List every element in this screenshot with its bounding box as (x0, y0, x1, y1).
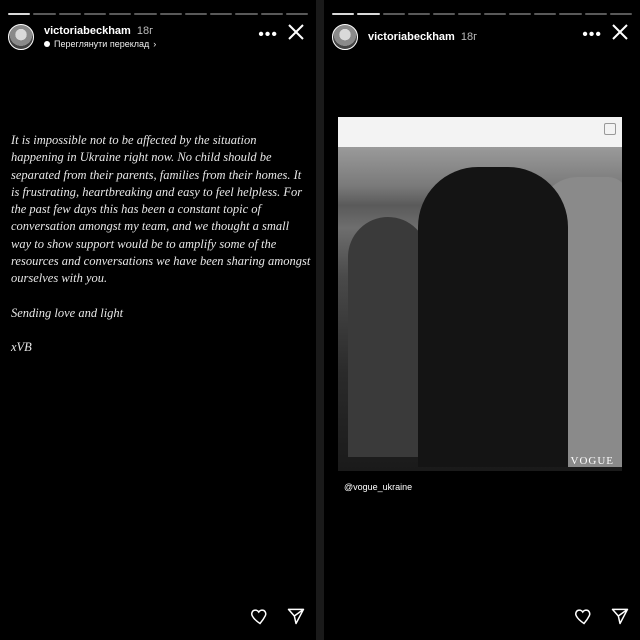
send-icon[interactable] (286, 606, 306, 626)
timestamp: 18г (136, 25, 154, 37)
progress-segment (109, 13, 132, 15)
progress-segment (184, 13, 207, 15)
avatar[interactable] (8, 24, 34, 50)
send-icon[interactable] (610, 606, 630, 626)
timestamp: 18г (460, 31, 478, 43)
progress-segment (609, 13, 632, 15)
photo-image: VOGUE (338, 147, 622, 471)
progress-segment (458, 13, 481, 15)
story-panel-left: victoriabeckham 18г Переглянути переклад … (0, 0, 316, 640)
progress-segment (584, 13, 607, 15)
story-signoff: Sending love and light (11, 305, 124, 320)
progress-segment (508, 13, 531, 15)
heart-icon[interactable] (250, 606, 270, 626)
progress-segment (483, 13, 506, 15)
photo-sky (338, 117, 622, 147)
progress-segment (534, 13, 557, 15)
story-text: It is impossible not to be affected by t… (11, 132, 311, 373)
progress-segment (559, 13, 582, 15)
bookmark-icon[interactable] (604, 123, 616, 135)
globe-icon (44, 41, 50, 47)
panel-divider (316, 0, 324, 640)
photo-figure (348, 217, 428, 457)
translate-link[interactable]: Переглянути переклад › (44, 39, 156, 49)
story-header: victoriabeckham 18г Переглянути переклад … (8, 22, 308, 52)
progress-segment (332, 13, 355, 15)
translate-label[interactable]: Переглянути переклад (54, 39, 149, 49)
story-actions (574, 606, 630, 626)
photo-figure (418, 167, 568, 467)
close-icon[interactable] (286, 22, 306, 42)
progress-segment (433, 13, 456, 15)
story-panel-right: victoriabeckham 18г ••• VOGUE @vogue_ukra… (324, 0, 640, 640)
avatar[interactable] (332, 24, 358, 50)
progress-segment (58, 13, 81, 15)
username[interactable]: victoriabeckham 18г (368, 31, 477, 43)
mention-sticker[interactable]: @vogue_ukraine (344, 482, 412, 492)
progress-segment (357, 13, 380, 15)
heart-icon[interactable] (574, 606, 594, 626)
progress-segment (83, 13, 106, 15)
more-icon[interactable]: ••• (258, 26, 278, 44)
progress-segment (8, 13, 31, 15)
story-progress (332, 13, 632, 15)
progress-segment (260, 13, 283, 15)
story-paragraph: It is impossible not to be affected by t… (11, 133, 311, 286)
progress-segment (235, 13, 258, 15)
shared-post-photo[interactable]: VOGUE (338, 117, 622, 471)
username[interactable]: victoriabeckham 18г (44, 25, 153, 37)
vogue-watermark: VOGUE (570, 455, 614, 467)
progress-segment (159, 13, 182, 15)
more-icon[interactable]: ••• (582, 26, 602, 44)
progress-segment (382, 13, 405, 15)
story-progress (8, 13, 308, 15)
story-actions (250, 606, 306, 626)
progress-segment (210, 13, 233, 15)
progress-segment (407, 13, 430, 15)
story-header: victoriabeckham 18г ••• (332, 22, 632, 52)
chevron-right-icon: › (153, 39, 157, 49)
progress-segment (134, 13, 157, 15)
story-signature: xVB (11, 339, 32, 354)
close-icon[interactable] (610, 22, 630, 42)
progress-segment (33, 13, 56, 15)
progress-segment (285, 13, 308, 15)
